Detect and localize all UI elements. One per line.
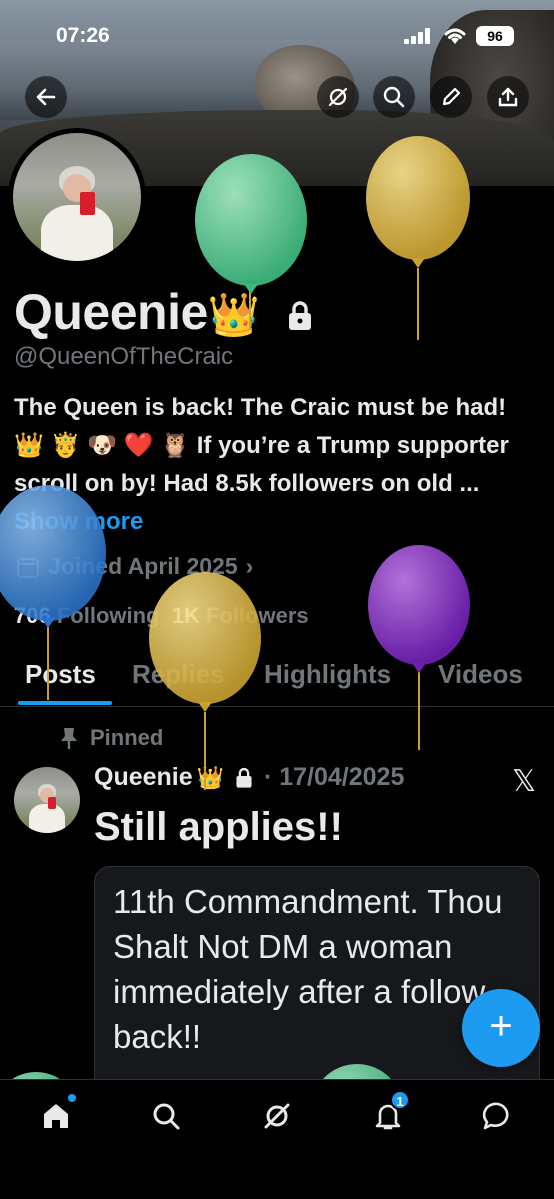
grok-button[interactable] bbox=[317, 76, 359, 118]
pin-icon bbox=[61, 728, 77, 749]
back-button[interactable] bbox=[25, 76, 67, 118]
share-button[interactable] bbox=[487, 76, 529, 118]
show-more-link[interactable]: Show more bbox=[14, 508, 143, 535]
joined-date: Joined April 2025 › bbox=[16, 553, 253, 580]
message-icon bbox=[482, 1102, 509, 1130]
profile-bio: The Queen is back! The Craic must be had… bbox=[14, 389, 539, 541]
edit-button[interactable] bbox=[430, 76, 472, 118]
following-label: Following bbox=[56, 603, 160, 628]
active-tab-indicator bbox=[18, 701, 112, 705]
follow-stats: 706 Following 1K Followers bbox=[14, 603, 309, 629]
followers-count: 1K bbox=[171, 603, 200, 628]
profile-name-text: Queenie bbox=[14, 284, 208, 340]
nav-home[interactable] bbox=[36, 1094, 76, 1136]
bio-text: The Queen is back! The Craic must be had… bbox=[14, 394, 509, 497]
post-author[interactable]: Queenie bbox=[94, 763, 193, 791]
search-icon bbox=[153, 1103, 180, 1130]
nav-grok[interactable] bbox=[257, 1096, 297, 1136]
grok-icon bbox=[264, 1103, 290, 1129]
profile-name: Queenie👑 bbox=[14, 283, 313, 341]
grok-icon bbox=[328, 87, 348, 107]
profile-tabs: Posts Replies Highlights Videos bbox=[0, 655, 554, 707]
search-button[interactable] bbox=[373, 76, 415, 118]
back-arrow-icon bbox=[36, 88, 56, 106]
wifi-icon bbox=[444, 28, 466, 44]
followers-link[interactable]: 1K Followers bbox=[172, 603, 309, 628]
x-logo-icon: 𝕏 bbox=[512, 765, 537, 798]
post-header: Queenie 👑 · 17/04/2025 bbox=[94, 763, 404, 792]
profile-avatar[interactable] bbox=[8, 128, 146, 266]
post-text: Still applies!! bbox=[94, 805, 343, 849]
nav-search[interactable] bbox=[146, 1096, 186, 1136]
home-icon bbox=[44, 1104, 68, 1128]
lock-icon bbox=[289, 301, 311, 330]
following-count: 706 bbox=[14, 603, 51, 628]
tab-posts[interactable]: Posts bbox=[25, 659, 96, 690]
pencil-icon bbox=[442, 87, 461, 106]
lock-icon bbox=[236, 768, 252, 789]
search-icon bbox=[383, 86, 405, 108]
nav-messages[interactable] bbox=[478, 1096, 518, 1136]
tab-videos[interactable]: Videos bbox=[438, 659, 523, 690]
crown-emoji: 👑 bbox=[207, 291, 260, 338]
crown-emoji: 👑 bbox=[196, 765, 225, 790]
profile-handle: @QueenOfTheCraic bbox=[14, 343, 234, 370]
post-avatar[interactable] bbox=[14, 767, 80, 833]
status-bar: 07:26 96 bbox=[0, 18, 554, 58]
tab-replies[interactable]: Replies bbox=[132, 659, 225, 690]
share-icon bbox=[498, 87, 518, 107]
chevron-right-icon: › bbox=[245, 553, 254, 579]
following-link[interactable]: 706 Following bbox=[14, 603, 160, 628]
tab-highlights[interactable]: Highlights bbox=[264, 659, 391, 690]
calendar-icon bbox=[17, 556, 39, 578]
battery-indicator: 96 bbox=[476, 26, 514, 46]
followers-label: Followers bbox=[205, 603, 309, 628]
post-date: · 17/04/2025 bbox=[263, 763, 405, 791]
post-image-text[interactable]: 11th Commandment. Thou Shalt Not DM a wo… bbox=[94, 866, 540, 1106]
compose-button[interactable]: + bbox=[462, 989, 540, 1067]
status-time: 07:26 bbox=[56, 24, 110, 47]
pinned-indicator: Pinned bbox=[60, 725, 163, 751]
unread-dot bbox=[68, 1094, 76, 1102]
signal-icon bbox=[404, 28, 432, 44]
nav-notifications[interactable]: 1 bbox=[368, 1090, 410, 1136]
joined-text: Joined April 2025 bbox=[48, 553, 238, 579]
notification-badge: 1 bbox=[390, 1090, 410, 1110]
pinned-label: Pinned bbox=[90, 725, 164, 750]
bottom-nav: 1 bbox=[0, 1079, 554, 1199]
